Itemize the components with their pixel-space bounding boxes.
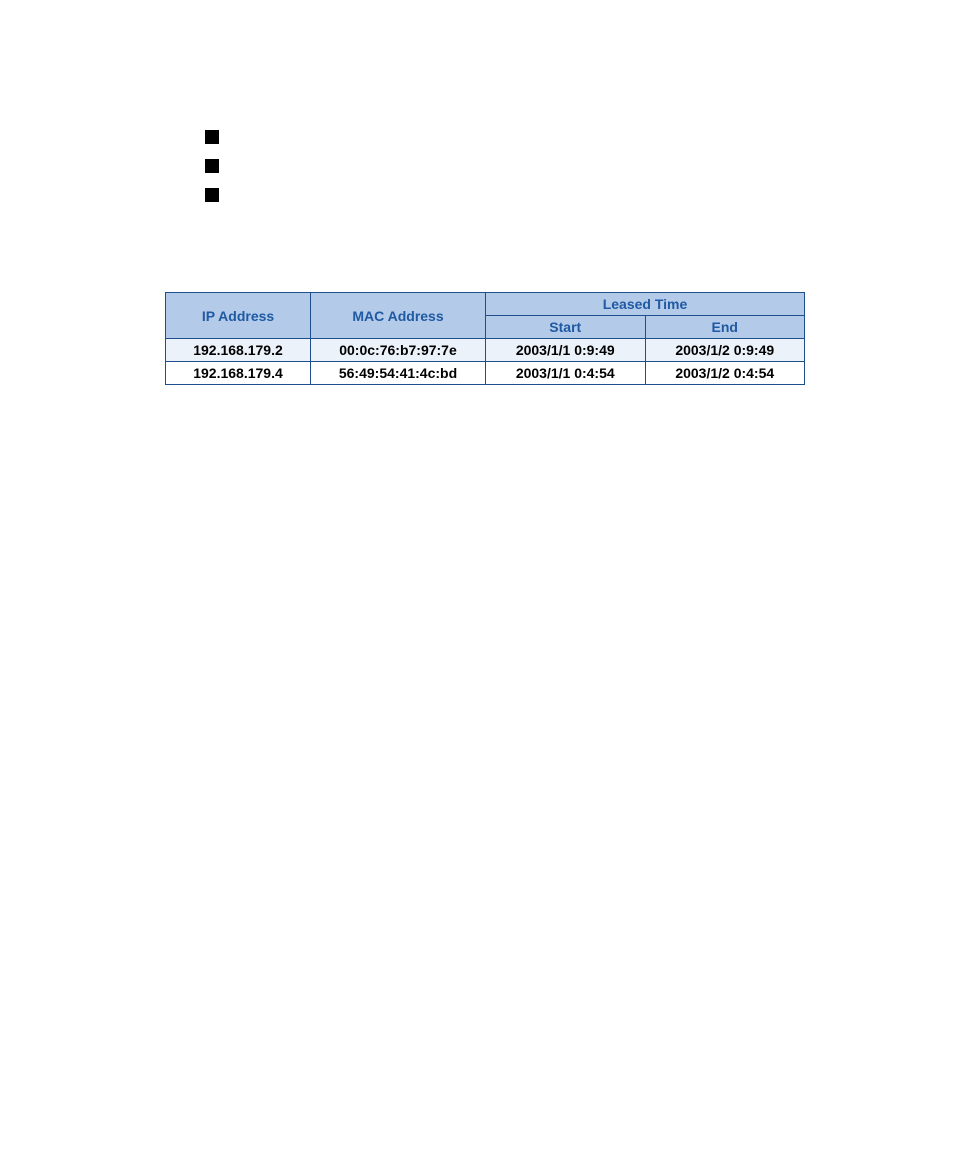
lease-table: IP Address MAC Address Leased Time Start…: [165, 292, 805, 385]
cell-end: 2003/1/2 0:9:49: [645, 339, 805, 362]
bullet-square-icon: [205, 159, 219, 173]
table-row: 192.168.179.4 56:49:54:41:4c:bd 2003/1/1…: [166, 362, 805, 385]
lease-table-wrap: IP Address MAC Address Leased Time Start…: [165, 292, 805, 385]
cell-mac: 00:0c:76:b7:97:7e: [311, 339, 486, 362]
cell-ip: 192.168.179.4: [166, 362, 311, 385]
cell-ip: 192.168.179.2: [166, 339, 311, 362]
bullet-list: [205, 130, 805, 202]
th-start: Start: [486, 316, 646, 339]
bullet-square-icon: [205, 188, 219, 202]
th-ip: IP Address: [166, 293, 311, 339]
th-mac: MAC Address: [311, 293, 486, 339]
bullet-square-icon: [205, 130, 219, 144]
cell-end: 2003/1/2 0:4:54: [645, 362, 805, 385]
bullet-item: [205, 188, 805, 202]
th-leased: Leased Time: [486, 293, 805, 316]
th-end: End: [645, 316, 805, 339]
cell-start: 2003/1/1 0:4:54: [486, 362, 646, 385]
bullet-item: [205, 130, 805, 144]
table-row: 192.168.179.2 00:0c:76:b7:97:7e 2003/1/1…: [166, 339, 805, 362]
bullet-item: [205, 159, 805, 173]
cell-start: 2003/1/1 0:9:49: [486, 339, 646, 362]
cell-mac: 56:49:54:41:4c:bd: [311, 362, 486, 385]
